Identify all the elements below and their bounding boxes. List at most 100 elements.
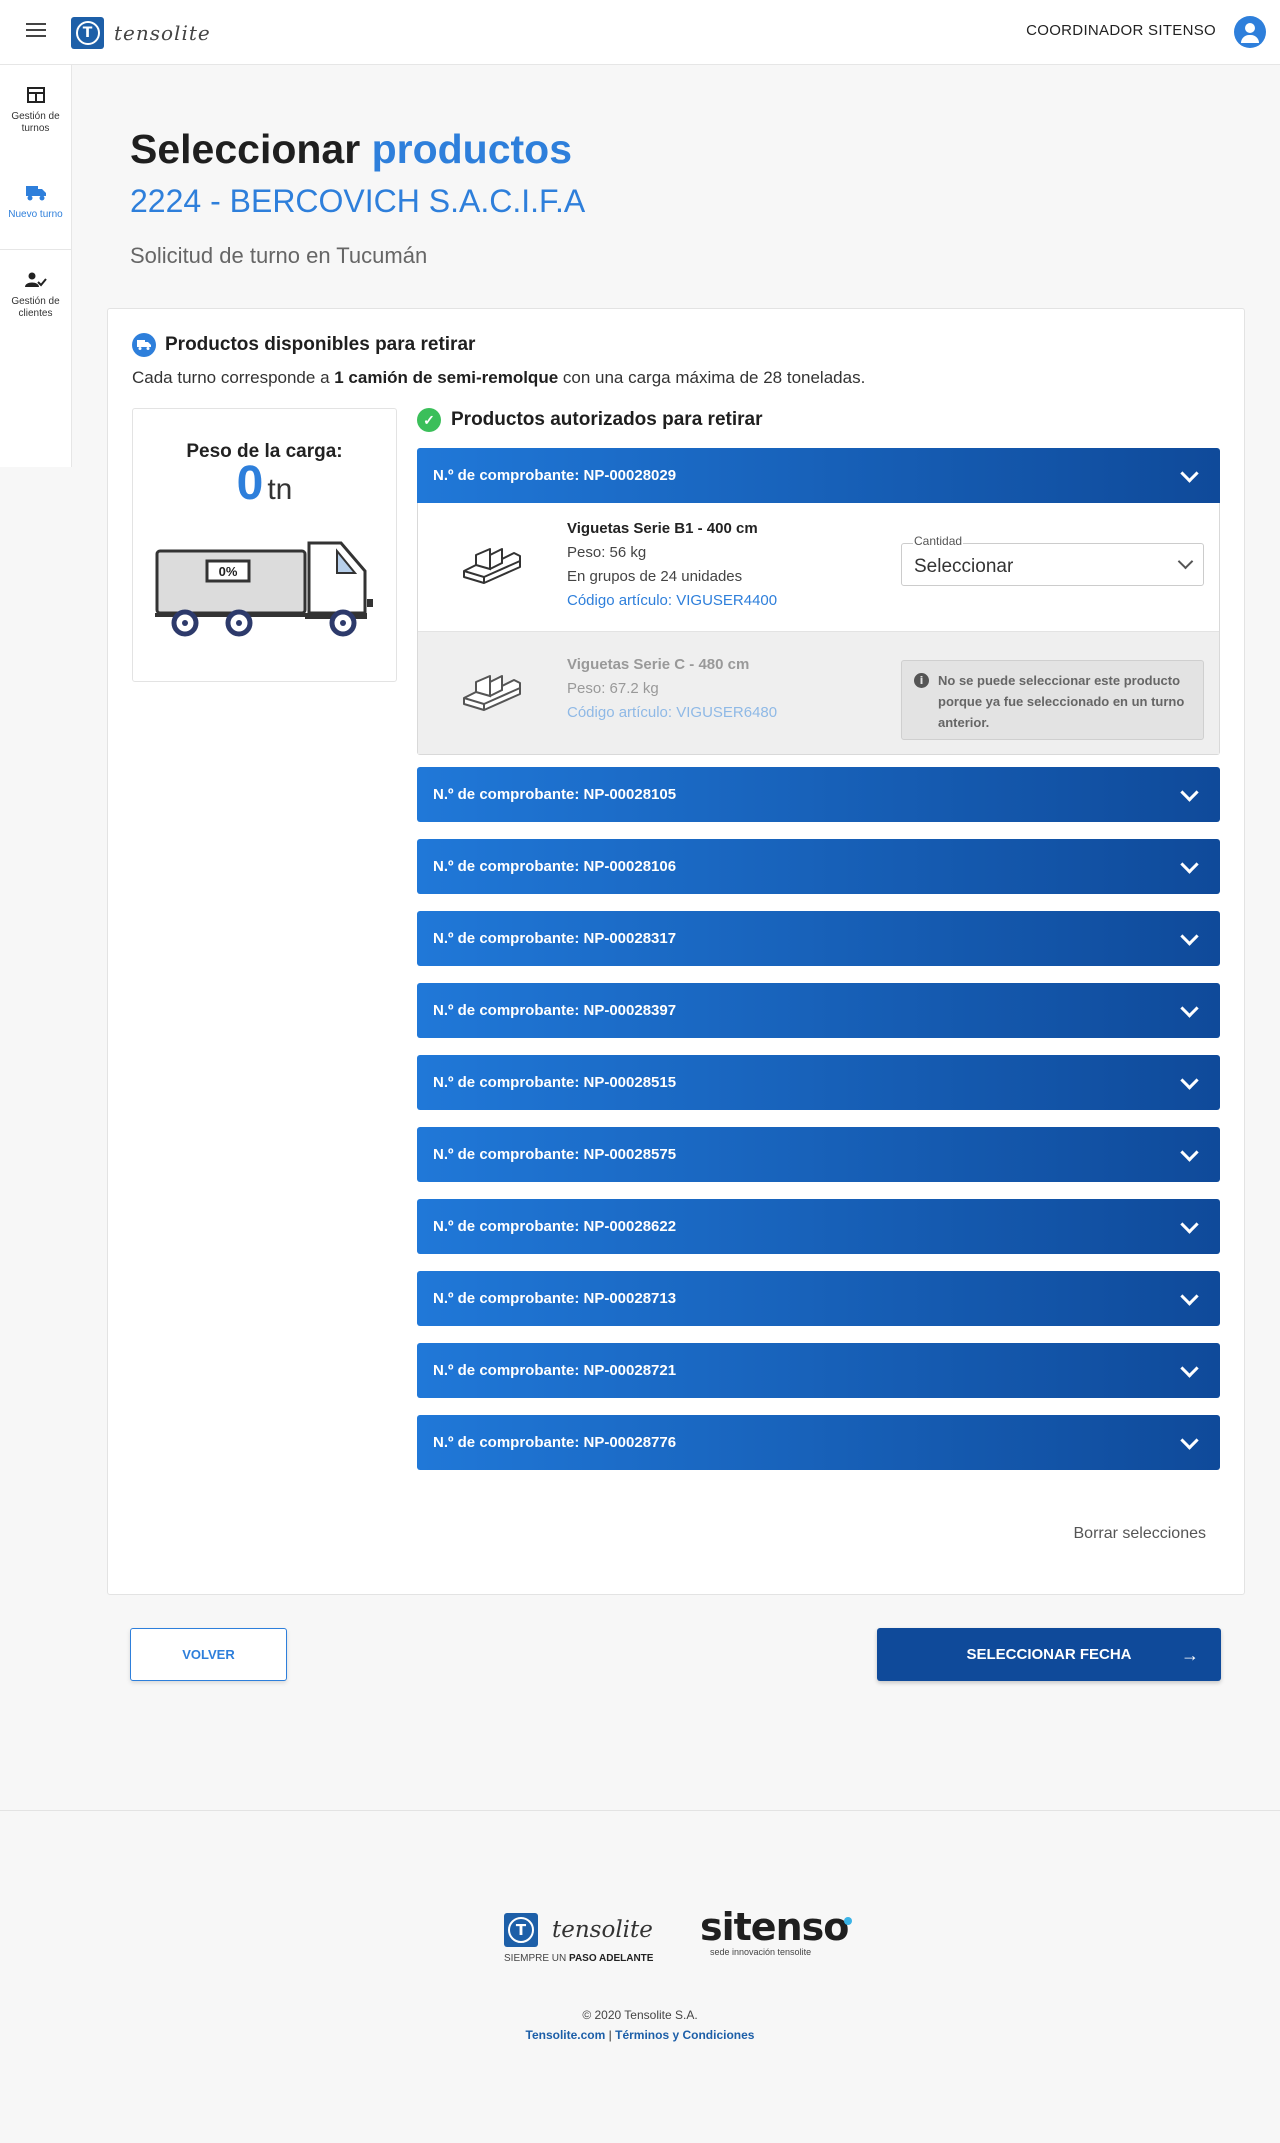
receipt-accordion[interactable]: N.º de comprobante: NP-00028105: [417, 767, 1220, 822]
chevron-down-icon: [1180, 783, 1199, 802]
weight-unit: tn: [267, 473, 293, 506]
product-weight: Peso: 56 kg: [567, 544, 647, 561]
footer-tagline: SIEMPRE UN PASO ADELANTE: [504, 1953, 653, 1964]
receipt-products: Viguetas Serie B1 - 400 cm Peso: 56 kg E…: [417, 503, 1220, 755]
sitenso-dot: [844, 1917, 853, 1925]
panel-title: Productos disponibles para retirar: [165, 334, 476, 355]
receipt-accordion[interactable]: N.º de comprobante: NP-00028397: [417, 983, 1220, 1038]
product-code: Código artículo: VIGUSER6480: [567, 704, 778, 721]
already-selected-warning: i No se puede seleccionar este producto …: [901, 660, 1204, 740]
footer-links: Tensolite.com | Términos y Condiciones: [0, 2028, 1280, 2042]
desc-bold: 1 camión de semi-remolque: [334, 368, 559, 387]
copyright: © 2020 Tensolite S.A.: [582, 2008, 698, 2022]
chevron-down-icon: [1180, 1215, 1199, 1234]
receipt-label: N.º de comprobante: NP-00028713: [433, 1290, 677, 1307]
receipt-accordion[interactable]: N.º de comprobante: NP-00028106: [417, 839, 1220, 894]
vigueta-icon: [463, 675, 521, 711]
authorized-header: ✓ Productos autorizados para retirar: [417, 408, 762, 432]
products-panel: Productos disponibles para retirar Cada …: [107, 308, 1245, 1595]
page-title-accent: productos: [371, 126, 573, 172]
clear-selections-link[interactable]: Borrar selecciones: [1074, 1525, 1207, 1543]
sidebar-item-nuevo-turno[interactable]: Nuevo turno: [0, 157, 71, 249]
tagline-bold: PASO ADELANTE: [569, 1953, 654, 1964]
product-info: Viguetas Serie B1 - 400 cm Peso: 56 kg E…: [567, 517, 777, 613]
quantity-value: Seleccionar: [914, 556, 1014, 577]
truck-icon: [132, 333, 156, 357]
footer-sitenso-logo: sitenso sede innovación tensolite: [700, 1905, 853, 1957]
quantity-label: Cantidad: [913, 534, 964, 548]
sidebar-item-label: Nuevo turno: [8, 208, 63, 220]
receipt-label: N.º de comprobante: NP-00028515: [433, 1074, 677, 1091]
receipt-accordion[interactable]: N.º de comprobante: NP-00028515: [417, 1055, 1220, 1110]
product-code[interactable]: Código artículo: VIGUSER4400: [567, 589, 777, 613]
sidebar-item-label: Gestión de clientes: [11, 295, 60, 320]
chevron-down-icon: [1180, 1359, 1199, 1378]
receipt-accordion[interactable]: N.º de comprobante: NP-00028776: [417, 1415, 1220, 1470]
footer-logos: T tensolite SIEMPRE UN PASO ADELANTE sit…: [504, 1905, 853, 1965]
sidebar-item-gestion-turnos[interactable]: Gestión de turnos: [0, 65, 71, 157]
receipt-accordion[interactable]: N.º de comprobante: NP-00028622: [417, 1199, 1220, 1254]
logo-wordmark: tensolite: [114, 21, 211, 45]
tensolite-logo-mark: T: [504, 1913, 538, 1947]
user-check-icon: [24, 272, 47, 287]
chevron-down-icon: [1177, 553, 1194, 570]
sitenso-word: sitenso: [700, 1905, 849, 1949]
page-title: Seleccionar productos: [130, 126, 572, 173]
product-row: Viguetas Serie B1 - 400 cm Peso: 56 kg E…: [418, 503, 1219, 632]
receipt-label: N.º de comprobante: NP-00028317: [433, 930, 677, 947]
back-button[interactable]: VOLVER: [130, 1628, 287, 1681]
sidebar-item-gestion-clientes[interactable]: Gestión de clientes: [0, 250, 71, 342]
quantity-select[interactable]: Cantidad Seleccionar: [901, 534, 1204, 586]
select-date-button[interactable]: SELECCIONAR FECHA →: [877, 1628, 1221, 1681]
tensolite-link[interactable]: Tensolite.com: [526, 2028, 606, 2042]
sidebar-item-label: Gestión de turnos: [11, 110, 60, 135]
panel-description: Cada turno corresponde a 1 camión de sem…: [132, 368, 865, 388]
tensolite-logo[interactable]: T tensolite: [71, 17, 211, 49]
chevron-down-icon: [1180, 927, 1199, 946]
receipt-accordion[interactable]: N.º de comprobante: NP-00028029: [417, 448, 1220, 503]
select-date-label: SELECCIONAR FECHA: [966, 1646, 1132, 1663]
receipt-label: N.º de comprobante: NP-00028106: [433, 858, 677, 875]
chevron-down-icon: [1180, 1287, 1199, 1306]
info-icon: i: [914, 673, 929, 688]
receipt-accordion[interactable]: N.º de comprobante: NP-00028721: [417, 1343, 1220, 1398]
receipt-label: N.º de comprobante: NP-00028029: [433, 467, 677, 484]
receipt-accordion[interactable]: N.º de comprobante: NP-00028713: [417, 1271, 1220, 1326]
arrow-right-icon: →: [1181, 1645, 1199, 1665]
menu-icon[interactable]: [26, 23, 46, 39]
chevron-down-icon: [1180, 1431, 1199, 1450]
receipt-label: N.º de comprobante: NP-00028397: [433, 1002, 677, 1019]
product-group: En grupos de 24 unidades: [567, 568, 743, 585]
user-avatar-icon[interactable]: [1234, 16, 1266, 48]
weight-value: 0 tn: [133, 456, 396, 511]
footer-divider: [0, 1810, 1280, 1811]
user-name[interactable]: COORDINADOR SITENSO: [1026, 22, 1216, 39]
tagline-plain: SIEMPRE UN: [504, 1953, 570, 1964]
product-row-disabled: Viguetas Serie C - 480 cm Peso: 67.2 kg …: [418, 632, 1219, 754]
product-weight: Peso: 67.2 kg: [567, 680, 659, 697]
chevron-down-icon: [1180, 855, 1199, 874]
desc-before: Cada turno corresponde a: [132, 368, 335, 387]
terms-link[interactable]: Términos y Condiciones: [615, 2028, 754, 2042]
vigueta-icon: [463, 548, 521, 584]
top-bar: T tensolite COORDINADOR SITENSO: [0, 0, 1280, 65]
truck-icon: [25, 185, 46, 201]
desc-after: con una carga máxima de 28 toneladas.: [558, 368, 866, 387]
product-name: Viguetas Serie C - 480 cm: [567, 656, 750, 673]
panel-header: Productos disponibles para retirar: [132, 333, 475, 357]
footer-separator: |: [605, 2028, 616, 2042]
receipt-label: N.º de comprobante: NP-00028105: [433, 786, 677, 803]
chevron-down-icon: [1180, 1071, 1199, 1090]
truck-percent: 0%: [219, 564, 238, 579]
receipt-label: N.º de comprobante: NP-00028575: [433, 1146, 677, 1163]
receipt-accordion[interactable]: N.º de comprobante: NP-00028317: [417, 911, 1220, 966]
load-weight-card: Peso de la carga: 0 tn 0%: [132, 408, 397, 682]
page-title-plain: Seleccionar: [130, 126, 361, 172]
receipt-accordion[interactable]: N.º de comprobante: NP-00028575: [417, 1127, 1220, 1182]
warning-text: No se puede seleccionar este producto po…: [938, 673, 1185, 730]
authorized-title: Productos autorizados para retirar: [451, 409, 763, 430]
table-icon: [26, 86, 45, 103]
tensolite-logo-mark: T: [71, 17, 104, 49]
client-name: 2224 - BERCOVICH S.A.C.I.F.A: [130, 183, 586, 219]
chevron-down-icon: [1180, 999, 1199, 1018]
